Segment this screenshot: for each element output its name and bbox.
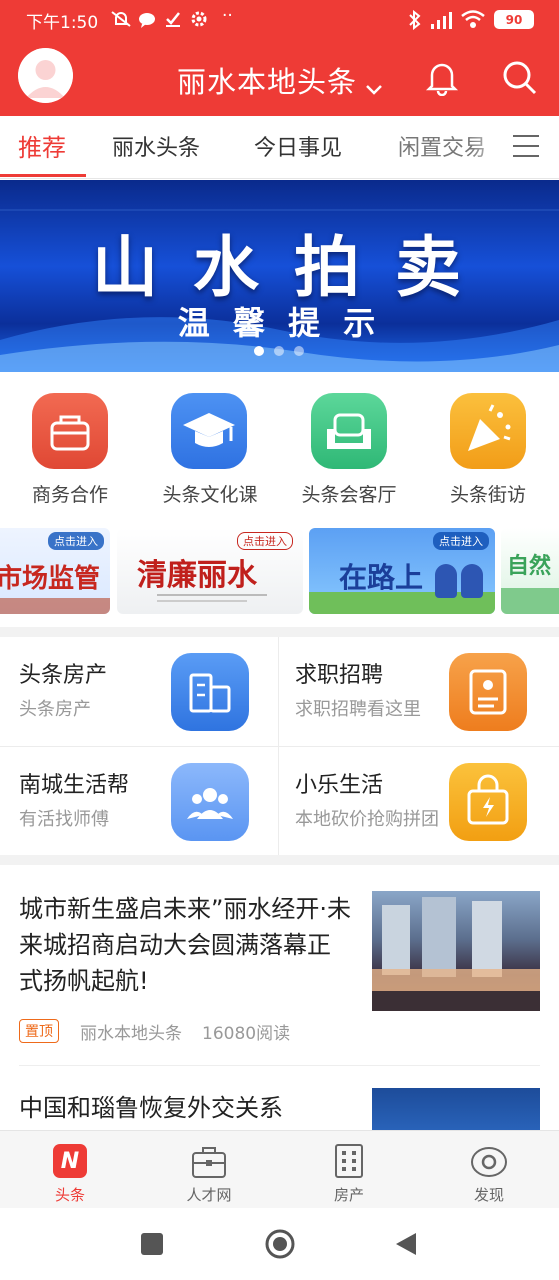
tab-recommend[interactable]: 推荐 — [18, 128, 66, 163]
promo-nature[interactable]: 自然 — [501, 528, 559, 614]
promo-on-the-road[interactable]: 点击进入 在路上 — [309, 528, 495, 614]
menu-icon[interactable] — [510, 132, 542, 160]
chevron-down-icon — [365, 71, 383, 95]
grid-item-business[interactable] — [32, 393, 108, 469]
card-jobs[interactable]: 求职招聘 求职招聘看这里 — [279, 637, 559, 746]
tab-discover[interactable]: 发现 — [444, 1184, 534, 1205]
tab-fade — [470, 120, 510, 176]
grid-label: 头条会客厅 — [301, 484, 397, 506]
bell-icon[interactable] — [424, 58, 460, 97]
carousel-dot-active — [254, 346, 264, 356]
header-title-selector[interactable]: 丽水本地头条 — [150, 60, 410, 100]
status-more: ·· — [222, 6, 233, 26]
mute-icon — [110, 10, 132, 28]
eye-icon[interactable] — [469, 1144, 509, 1180]
grid-item-lounge[interactable] — [311, 393, 387, 469]
banner-title: 山 水 拍 卖 — [92, 228, 467, 306]
section-divider — [0, 855, 559, 865]
grid-label: 头条文化课 — [162, 484, 258, 506]
news-icon[interactable]: N — [53, 1144, 87, 1178]
banner-subtitle: 温 馨 提 示 — [177, 304, 382, 342]
grid-label: 商务合作 — [31, 484, 108, 506]
news-item[interactable]: 中国和瑙鲁恢复外交关系 — [0, 1066, 559, 1130]
home-icon[interactable] — [265, 1229, 295, 1259]
news-source: 丽水本地头条 — [80, 1024, 182, 1044]
briefcase-icon[interactable] — [190, 1144, 228, 1180]
tab-today[interactable]: 今日事见 — [254, 130, 342, 162]
carousel-dot — [274, 346, 284, 356]
tab-headlines[interactable]: 头条 — [25, 1184, 115, 1205]
bluetooth-icon — [408, 9, 422, 31]
app-screen: { "status": {"time": "下午1:50", "dots": "… — [0, 0, 559, 1280]
news-item[interactable]: 城市新生盛启未来”丽水经开·未来城招商启动大会圆满落幕正式扬帆起航! 置顶 丽水… — [0, 865, 559, 1065]
news-title: 中国和瑙鲁恢复外交关系 — [19, 1094, 283, 1122]
tab-active-indicator — [0, 174, 86, 177]
battery-icon: 90 — [494, 10, 534, 29]
sofa-icon — [327, 413, 371, 449]
news-title: 城市新生盛启未来”丽水经开·未来城招商启动大会圆满落幕正式扬帆起航! — [19, 895, 352, 995]
wifi-icon — [460, 9, 486, 29]
back-icon[interactable] — [394, 1231, 418, 1257]
page-title: 丽水本地头条 — [176, 65, 357, 99]
resume-icon — [449, 653, 527, 731]
carousel-dot — [294, 346, 304, 356]
card-nancheng-life[interactable]: 南城生活帮 有活找师傅 — [0, 747, 278, 855]
promo-clean-lishui[interactable]: 点击进入 清廉丽水 — [117, 528, 303, 614]
banner-carousel[interactable]: 山 水 拍 卖 温 馨 提 示 — [0, 180, 559, 372]
signal-icon — [430, 10, 454, 30]
briefcase-icon — [50, 415, 90, 451]
people-icon — [171, 763, 249, 841]
graduation-cap-icon — [183, 413, 235, 447]
promo-market-supervision[interactable]: 点击进入 市场监管 — [0, 528, 110, 614]
card-real-estate[interactable]: 头条房产 头条房产 — [0, 637, 278, 746]
status-time: 下午1:50 — [26, 13, 99, 33]
shopping-bag-icon — [449, 763, 527, 841]
gear-icon — [190, 10, 208, 28]
chat-icon — [138, 12, 156, 28]
avatar[interactable] — [18, 48, 73, 103]
recents-icon[interactable] — [141, 1233, 163, 1255]
grid-item-culture-class[interactable] — [171, 393, 247, 469]
news-thumbnail — [372, 891, 540, 1011]
pinned-badge: 置顶 — [19, 1019, 59, 1043]
section-divider — [0, 627, 559, 637]
grid-label: 头条街访 — [449, 484, 526, 506]
party-popper-icon — [468, 404, 511, 451]
building-icon[interactable] — [330, 1142, 368, 1180]
grid-item-street-interview[interactable] — [450, 393, 526, 469]
card-xiaole-life[interactable]: 小乐生活 本地砍价抢购拼团 — [279, 747, 559, 855]
news-thumbnail — [372, 1088, 540, 1130]
news-reads: 16080阅读 — [202, 1024, 291, 1044]
building-icon — [171, 653, 249, 731]
tab-real-estate[interactable]: 房产 — [304, 1184, 394, 1205]
tab-talent[interactable]: 人才网 — [164, 1184, 254, 1205]
check-icon — [164, 10, 182, 28]
search-icon[interactable] — [500, 58, 538, 96]
tab-lishui-headlines[interactable]: 丽水头条 — [112, 130, 200, 162]
